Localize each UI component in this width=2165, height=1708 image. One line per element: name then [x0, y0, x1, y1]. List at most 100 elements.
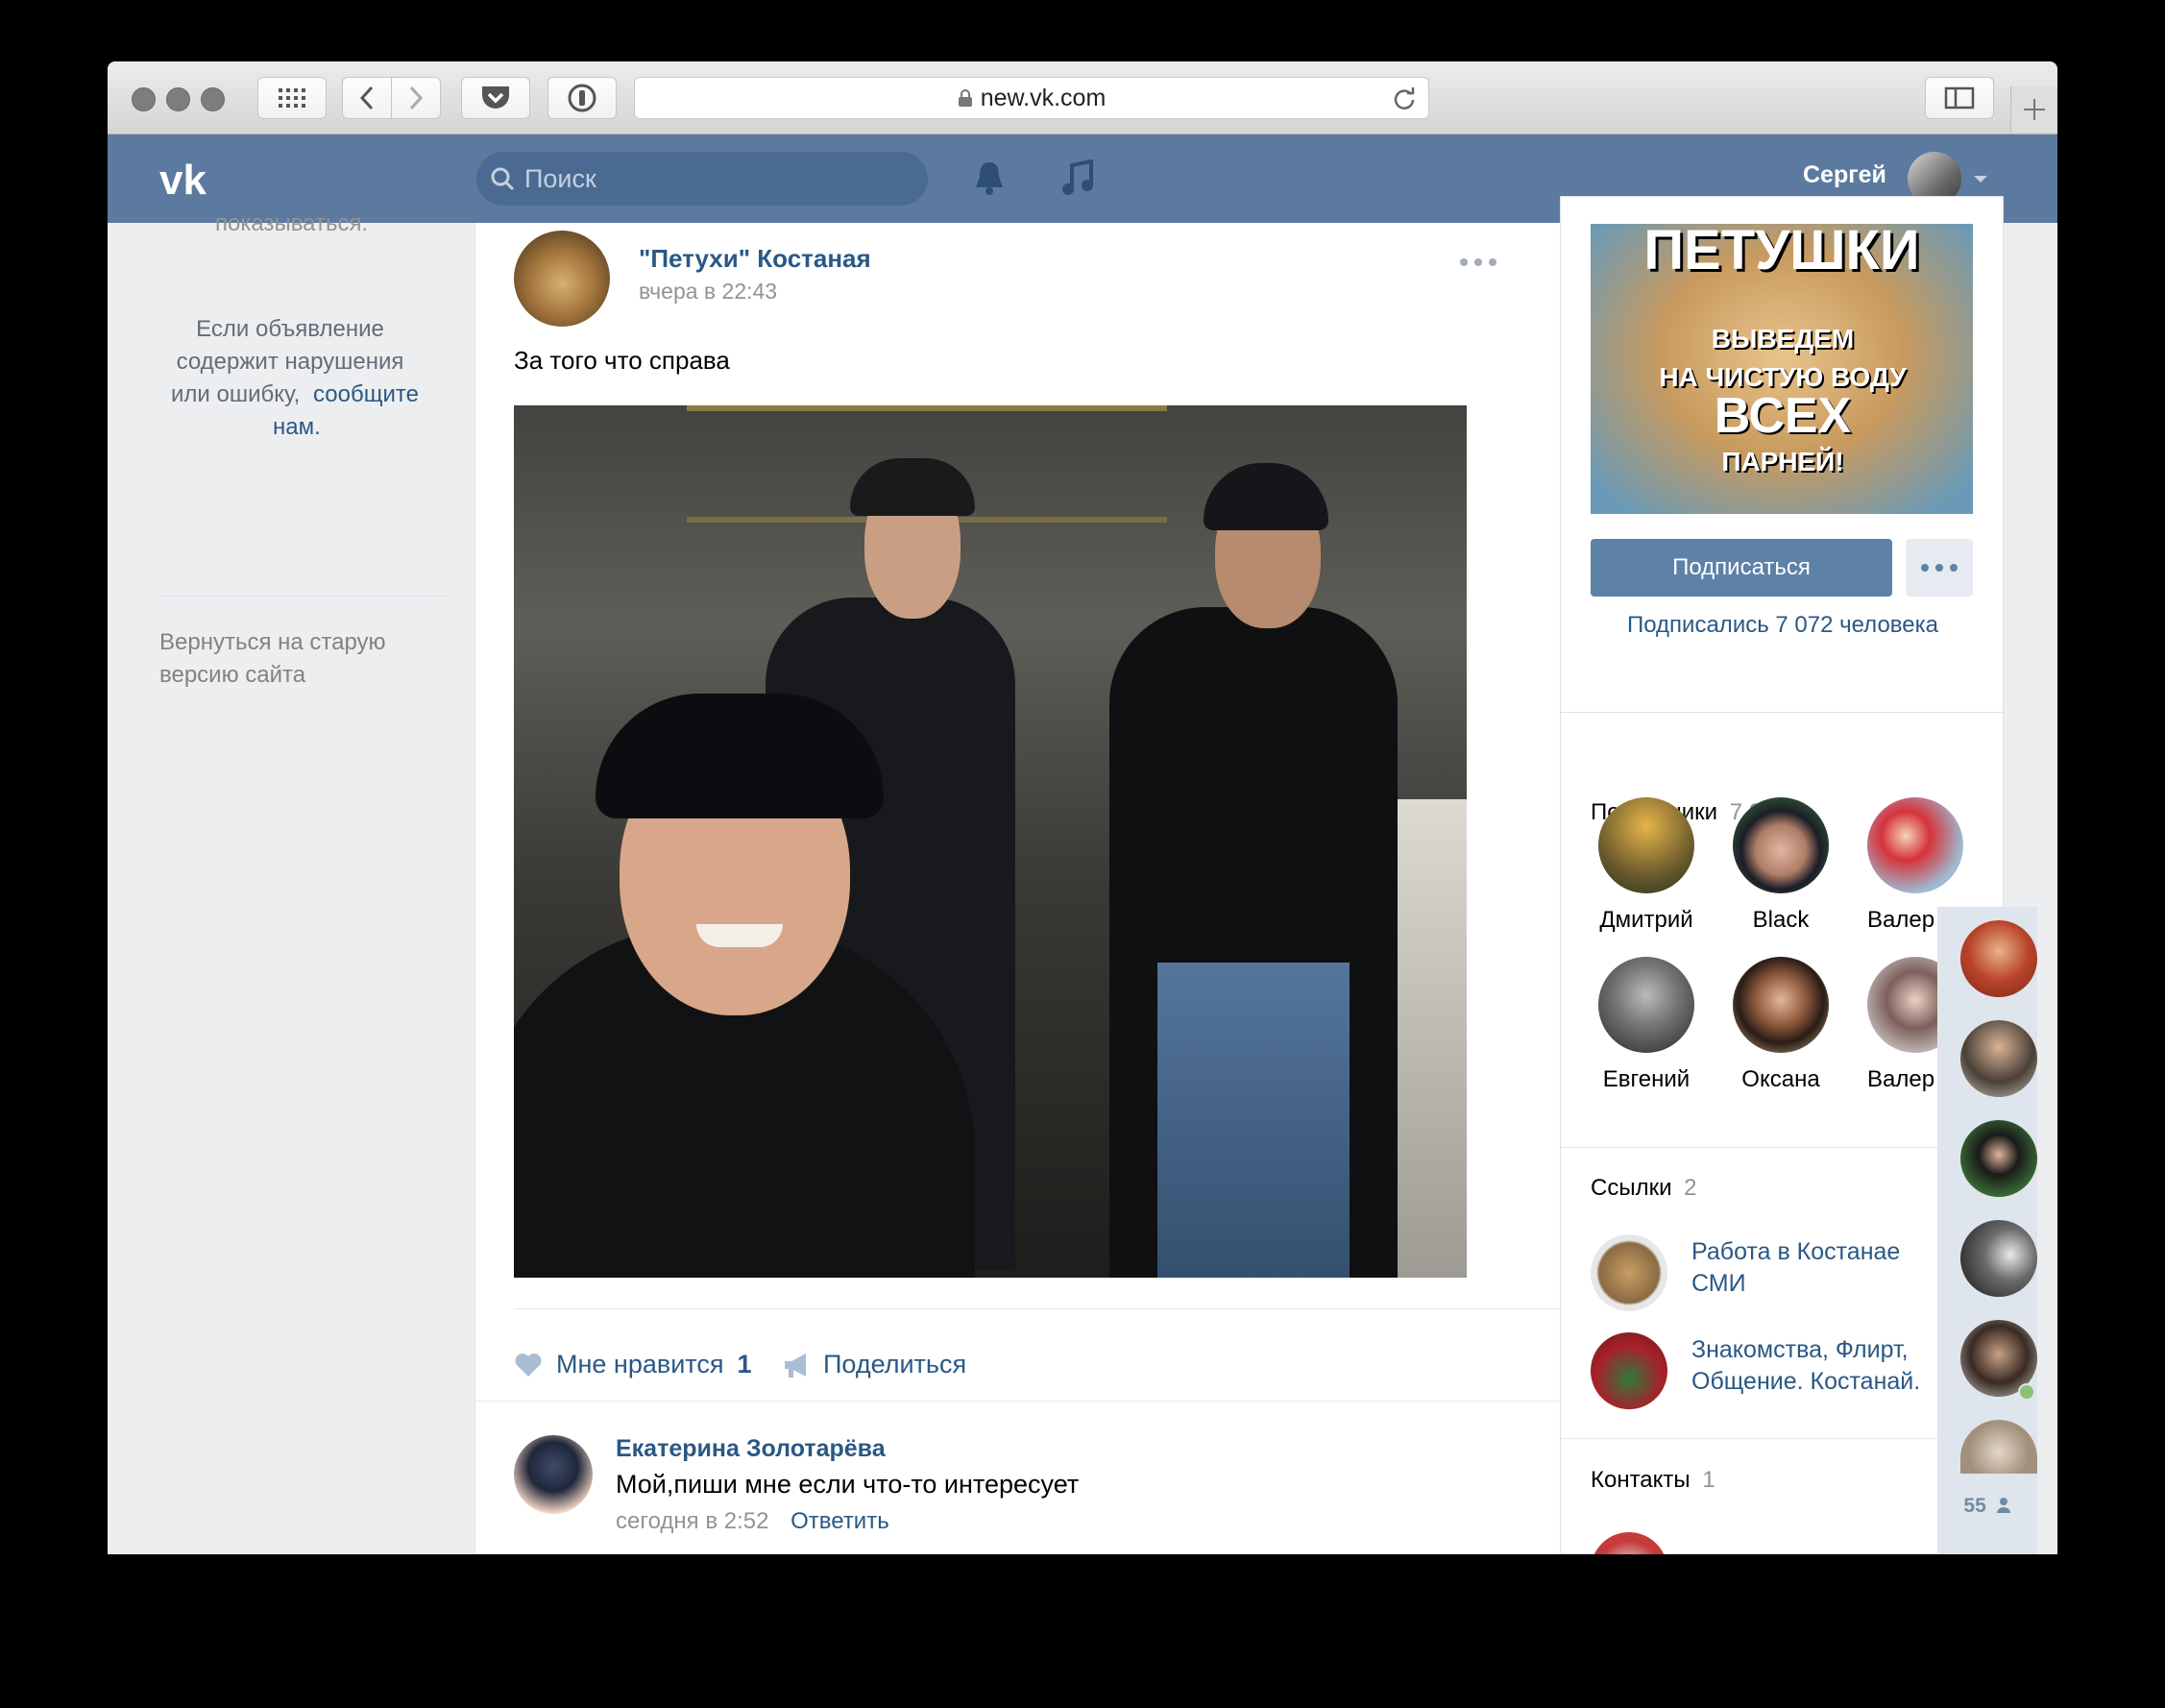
subscriber-avatar[interactable]	[1733, 957, 1829, 1053]
link-avatar[interactable]	[1591, 1332, 1667, 1409]
friend-avatar[interactable]	[1960, 1420, 2037, 1474]
link-title-line: Знакомства, Флирт,	[1691, 1336, 1909, 1363]
search-input[interactable]: Поиск	[476, 152, 928, 206]
online-count-label: 55	[1963, 1495, 1986, 1517]
chevron-left-icon	[359, 85, 374, 110]
browser-toolbar: new.vk.com	[108, 61, 2057, 134]
megaphone-icon	[785, 1353, 806, 1378]
link-title-line: Работа в Костанае	[1691, 1238, 1901, 1265]
subscriber-name[interactable]: Black	[1723, 907, 1838, 934]
new-tab-button[interactable]	[2010, 86, 2057, 133]
subscriber-avatar[interactable]	[1598, 797, 1694, 893]
ad-text-line: содержит нарушения	[176, 349, 404, 375]
links-title[interactable]: Ссылки 2	[1591, 1175, 1697, 1202]
zoom-window-button[interactable]	[201, 87, 225, 111]
address-bar[interactable]: new.vk.com	[634, 77, 1429, 119]
report-link[interactable]: нам.	[273, 411, 321, 444]
post-card: "Петухи" Костаная вчера в 22:43 За того …	[474, 223, 1643, 1554]
divider	[159, 596, 446, 597]
person-icon	[1996, 1498, 2010, 1513]
friend-avatar[interactable]	[1960, 1220, 2037, 1297]
back-button[interactable]	[342, 77, 392, 119]
subscriber-name[interactable]: Оксана	[1723, 1066, 1838, 1093]
grid-icon	[279, 88, 305, 108]
comment-meta: сегодня в 2:52 Ответить	[616, 1508, 889, 1535]
pocket-icon	[482, 86, 509, 109]
divider	[475, 1401, 1642, 1402]
comment-avatar[interactable]	[514, 1435, 593, 1514]
subscriber-avatar[interactable]	[1867, 797, 1963, 893]
key-icon	[568, 84, 596, 112]
old-version-link[interactable]: версию сайта	[159, 659, 305, 692]
link-title-line: Общение. Костанай.	[1691, 1368, 1921, 1395]
link-title[interactable]: Знакомства, Флирт, Общение. Костанай.	[1691, 1334, 1920, 1398]
svg-text:vk: vk	[159, 158, 207, 202]
group-cover-card: ПЕТУШКИ ВЫВЕДЕМ НА ЧИСТУЮ ВОДУ ВСЕХ ПАРНЕЙ!…	[1560, 196, 2004, 746]
reload-icon[interactable]	[1392, 85, 1417, 110]
friend-avatar[interactable]	[1960, 1120, 2037, 1197]
share-label: Поделиться	[823, 1350, 967, 1379]
comment-text: Мой,пиши мне если что-то интересует	[616, 1470, 1080, 1499]
subscribers-count-link[interactable]: Подписались 7 072 человека	[1561, 612, 2005, 639]
pocket-button[interactable]	[461, 77, 530, 119]
user-name[interactable]: Сергей	[1803, 161, 1886, 189]
close-window-button[interactable]	[132, 87, 156, 111]
group-cover-image[interactable]: ПЕТУШКИ ВЫВЕДЕМ НА ЧИСТУЮ ВОДУ ВСЕХ ПАРНЕЙ!	[1591, 224, 1973, 514]
online-count[interactable]: 55	[1937, 1495, 2037, 1518]
chevron-right-icon	[409, 85, 424, 110]
sidebar-toggle-button[interactable]	[1925, 77, 1994, 119]
minimize-window-button[interactable]	[166, 87, 190, 111]
post-date[interactable]: вчера в 22:43	[639, 279, 777, 305]
ad-text-cut: показываться.	[215, 210, 369, 236]
subscribe-label: Подписаться	[1672, 554, 1811, 580]
group-avatar[interactable]	[514, 231, 610, 327]
subscriber-name[interactable]: Дмитрий	[1589, 907, 1704, 934]
comment-date[interactable]: сегодня в 2:52	[616, 1508, 768, 1534]
url-text: new.vk.com	[980, 84, 1107, 111]
link-avatar[interactable]	[1591, 1234, 1667, 1311]
tab-overview-button[interactable]	[257, 77, 327, 119]
online-friends-bar: 55	[1937, 907, 2037, 1554]
old-version-link[interactable]: Вернуться на старую	[159, 626, 386, 659]
links-title-label: Ссылки	[1591, 1175, 1672, 1201]
subscriber-name[interactable]: Евгений	[1589, 1066, 1704, 1093]
friend-avatar[interactable]	[1960, 1020, 2037, 1097]
bell-icon[interactable]	[972, 159, 1007, 198]
more-icon	[1921, 564, 1958, 572]
comment-author[interactable]: Екатерина Золотарёва	[616, 1435, 886, 1463]
subscriber-avatar[interactable]	[1733, 797, 1829, 893]
subscribe-button[interactable]: Подписаться	[1591, 539, 1892, 597]
link-title-line: СМИ	[1691, 1270, 1746, 1297]
lock-icon	[958, 89, 972, 107]
share-button[interactable]: Поделиться	[783, 1350, 966, 1379]
more-icon[interactable]	[1459, 257, 1497, 267]
like-count: 1	[737, 1350, 752, 1379]
password-button[interactable]	[547, 77, 617, 119]
ad-text-line: или ошибку,	[171, 381, 301, 407]
contacts-title[interactable]: Контакты 1	[1591, 1467, 1715, 1494]
group-name[interactable]: "Петухи" Костаная	[639, 244, 871, 274]
contacts-count: 1	[1702, 1467, 1715, 1493]
forward-button[interactable]	[391, 77, 441, 119]
subscriber-avatar[interactable]	[1598, 957, 1694, 1053]
left-column: показываться. Если объявление содержит н…	[108, 210, 473, 1554]
chevron-down-icon[interactable]	[1973, 175, 1988, 184]
browser-window: new.vk.com vk Поиск Сергей показываться.…	[108, 61, 2057, 1554]
report-link[interactable]: сообщите	[313, 378, 419, 411]
ad-text-line: Если объявление	[196, 316, 384, 342]
friend-avatar[interactable]	[1960, 920, 2037, 997]
like-button[interactable]: Мне нравится 1	[514, 1350, 752, 1379]
vk-logo[interactable]: vk	[158, 158, 225, 202]
search-placeholder: Поиск	[524, 163, 596, 193]
links-count: 2	[1684, 1175, 1697, 1201]
reply-link[interactable]: Ответить	[791, 1508, 889, 1534]
plus-icon	[2024, 99, 2045, 120]
contact-avatar[interactable]	[1591, 1532, 1667, 1554]
post-photo[interactable]	[514, 405, 1467, 1278]
like-label: Мне нравится	[556, 1350, 724, 1379]
link-title[interactable]: Работа в Костанае СМИ	[1691, 1236, 1900, 1300]
online-indicator	[2018, 1383, 2035, 1401]
music-icon[interactable]	[1060, 159, 1095, 198]
more-actions-button[interactable]	[1906, 539, 1973, 597]
search-icon	[491, 167, 515, 191]
